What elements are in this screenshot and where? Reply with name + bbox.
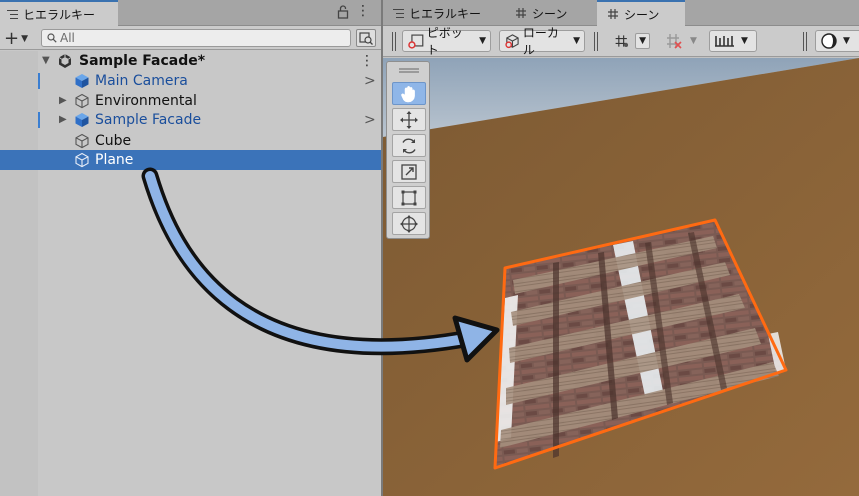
scale-tool-button[interactable]	[392, 160, 426, 183]
hierarchy-item-sample-facade[interactable]: ▶ Sample Facade >	[0, 110, 381, 130]
hierarchy-item-environmental[interactable]: ▶ Environmental	[0, 91, 381, 111]
scene-hash-icon	[608, 9, 618, 19]
caret-down-icon: ▼	[741, 36, 748, 46]
shading-mode-dropdown[interactable]: ▼	[815, 30, 859, 52]
tab-scene-1[interactable]: シーン	[505, 0, 597, 26]
caret-down-icon: ▼	[21, 34, 29, 44]
hierarchy-item-plane[interactable]: Plane	[0, 150, 381, 170]
panel-menu-icon[interactable]: ⋮	[356, 4, 370, 20]
snap-settings-dropdown[interactable]: ▼	[709, 30, 757, 52]
prefab-cube-icon	[75, 113, 89, 127]
tool-palette	[386, 61, 430, 239]
search-input[interactable]: All	[41, 29, 351, 47]
scene-hash-icon	[516, 8, 526, 18]
caret-down-icon: ▼	[479, 36, 486, 46]
tab-label: シーン	[624, 7, 660, 22]
hand-icon	[401, 85, 415, 102]
hierarchy-tab[interactable]: ヒエラルキー	[0, 0, 118, 26]
plus-icon: +	[4, 27, 20, 49]
lock-icon[interactable]	[337, 5, 349, 19]
scene-tab-bar: ヒエラルキー シーン シーン	[383, 0, 859, 26]
grid-snap-icon	[615, 35, 629, 48]
toolbar-grip	[395, 32, 396, 51]
toolbar-grip	[392, 32, 393, 51]
palette-grip-icon[interactable]	[399, 68, 419, 73]
scale-icon	[401, 163, 417, 180]
toolbar-grip	[806, 32, 807, 51]
tab-hierarchy[interactable]: ヒエラルキー	[383, 0, 505, 26]
gameobject-cube-icon	[75, 152, 89, 168]
rect-tool-button[interactable]	[392, 186, 426, 209]
prefab-cube-icon	[75, 74, 89, 88]
hierarchy-toolbar: + ▼ All	[0, 26, 381, 50]
move-tool-button[interactable]	[392, 108, 426, 131]
hierarchy-item-label: Environmental	[95, 93, 197, 109]
local-cube-icon	[505, 34, 519, 49]
rotate-tool-button[interactable]	[392, 134, 426, 157]
foldout-expanded-icon[interactable]: ▼	[42, 56, 52, 66]
hierarchy-item-label: Cube	[95, 133, 132, 149]
toolbar-grip	[594, 32, 595, 51]
pivot-dropdown[interactable]: ピボット ▼	[402, 26, 491, 57]
scene-3d-view[interactable]	[383, 58, 859, 496]
toolbar-grip	[597, 32, 598, 51]
hierarchy-item-main-camera[interactable]: Main Camera >	[0, 71, 381, 91]
search-placeholder: All	[60, 31, 75, 45]
tab-scene-2[interactable]: シーン	[597, 0, 685, 26]
add-object-button[interactable]: + ▼	[4, 27, 38, 49]
increment-snap-icon	[667, 34, 682, 49]
pivot-label: ピボット	[426, 26, 463, 57]
toolbar-grip	[803, 32, 804, 51]
caret-down-icon: ▼	[573, 36, 580, 46]
hierarchy-tab-bar: ヒエラルキー ⋮	[0, 0, 381, 26]
tab-label: シーン	[532, 6, 568, 21]
shaded-sphere-icon	[821, 33, 837, 49]
move-icon	[400, 110, 418, 129]
transform-tool-button[interactable]	[392, 212, 426, 235]
foldout-collapsed-icon[interactable]: ▶	[59, 96, 69, 106]
scene-search-icon	[359, 32, 373, 45]
hierarchy-panel: ヒエラルキー ⋮ + ▼ All ▼ Sample Facade* ⋮ Main…	[0, 0, 381, 496]
snap-ruler-icon	[715, 36, 734, 47]
hierarchy-tab-label: ヒエラルキー	[23, 7, 96, 22]
hierarchy-item-label: Plane	[95, 152, 134, 168]
list-icon	[393, 8, 404, 18]
prefab-indicator	[38, 112, 40, 128]
increment-snap-dropdown[interactable]: ▼	[660, 30, 706, 52]
hierarchy-item-label: Main Camera	[95, 73, 188, 89]
space-dropdown[interactable]: ローカル ▼	[499, 26, 585, 57]
chevron-right-icon[interactable]: >	[364, 112, 376, 128]
tab-label: ヒエラルキー	[409, 6, 482, 21]
caret-down-icon: ▼	[635, 33, 650, 49]
hierarchy-item-label: Sample Facade	[95, 112, 202, 128]
foldout-collapsed-icon[interactable]: ▶	[59, 115, 69, 125]
list-icon	[7, 9, 18, 19]
hand-tool-button[interactable]	[392, 82, 426, 105]
hierarchy-tree: ▼ Sample Facade* ⋮ Main Camera > ▶ Envir…	[0, 51, 381, 496]
transform-icon	[400, 214, 418, 233]
scene-panel: ヒエラルキー シーン シーン ピボット ▼ ローカル ▼ ▼ ▼ ▼ ▼	[383, 0, 859, 496]
rotate-icon	[402, 138, 416, 153]
scene-viewport[interactable]	[383, 58, 859, 496]
scene-toolbar: ピボット ▼ ローカル ▼ ▼ ▼ ▼ ▼	[383, 26, 859, 57]
prefab-indicator	[38, 73, 40, 89]
search-icon	[47, 33, 57, 43]
gameobject-cube-icon	[75, 93, 89, 109]
scene-root-row[interactable]: ▼ Sample Facade* ⋮	[0, 51, 381, 71]
hierarchy-item-cube[interactable]: Cube	[0, 131, 381, 151]
grid-snap-dropdown[interactable]: ▼	[609, 30, 655, 52]
pivot-icon	[408, 34, 424, 49]
scene-name: Sample Facade*	[79, 53, 206, 69]
unity-scene-icon	[58, 54, 72, 68]
gameobject-cube-icon	[75, 133, 89, 149]
space-label: ローカル	[522, 26, 559, 57]
chevron-right-icon[interactable]: >	[364, 73, 376, 89]
caret-down-icon: ▼	[690, 36, 697, 46]
caret-down-icon: ▼	[843, 36, 850, 46]
search-mode-toggle[interactable]	[356, 29, 376, 47]
rect-icon	[401, 190, 417, 205]
scene-menu-icon[interactable]: ⋮	[360, 53, 374, 69]
